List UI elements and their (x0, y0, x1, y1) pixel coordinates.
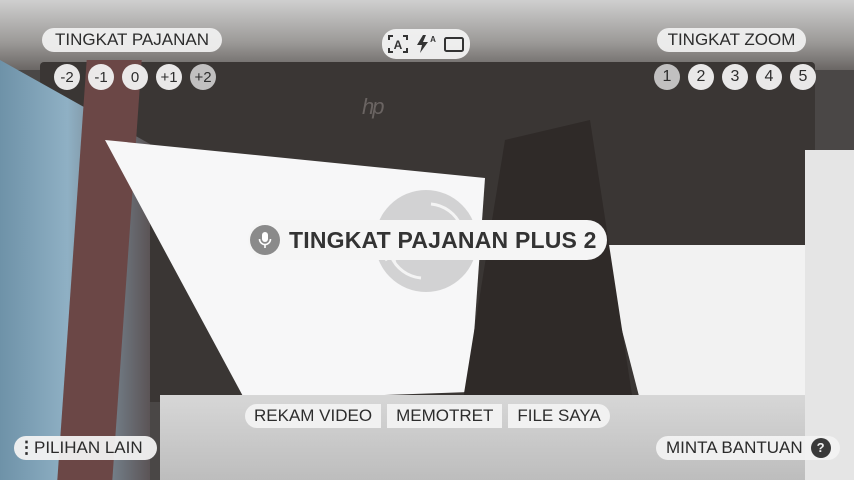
take-photo-button[interactable]: MEMOTRET (387, 404, 503, 428)
more-options-button[interactable]: ⋮ PILIHAN LAIN (14, 436, 157, 460)
exposure-label: TINGKAT PAJANAN (42, 28, 222, 52)
zoom-label: TINGKAT ZOOM (657, 28, 806, 52)
zoom-level-2[interactable]: 2 (688, 64, 714, 90)
exposure-level-minus-1[interactable]: -1 (88, 64, 114, 90)
zoom-level-4[interactable]: 4 (756, 64, 782, 90)
zoom-level-1[interactable]: 1 (654, 64, 680, 90)
toast-text: TINGKAT PAJANAN PLUS 2 (289, 226, 597, 253)
exposure-level-plus-2[interactable]: +2 (190, 64, 216, 90)
aspect-ratio-icon[interactable] (442, 34, 466, 54)
help-label: MINTA BANTUAN (666, 438, 803, 457)
more-vert-icon: ⋮ (18, 438, 35, 457)
zoom-level-5[interactable]: 5 (790, 64, 816, 90)
voice-feedback-toast: TINGKAT PAJANAN PLUS 2 (248, 220, 607, 260)
exposure-level-plus-1[interactable]: +1 (156, 64, 182, 90)
brand-logo: hp (362, 94, 384, 119)
zoom-level-3[interactable]: 3 (722, 64, 748, 90)
exposure-levels: -2 -1 0 +1 +2 (54, 64, 216, 90)
right-wall (805, 150, 854, 480)
more-options-label: PILIHAN LAIN (34, 438, 143, 457)
mic-icon (250, 225, 280, 255)
my-files-button[interactable]: FILE SAYA (508, 404, 610, 428)
flash-auto-icon[interactable]: A (414, 34, 438, 54)
camera-mode-toolbar: A A (382, 29, 470, 59)
auto-focus-icon[interactable]: A (386, 34, 410, 54)
help-icon: ? (810, 438, 831, 458)
svg-text:A: A (430, 35, 436, 44)
capture-mode-selector: REKAM VIDEO MEMOTRET FILE SAYA (245, 404, 610, 428)
svg-text:A: A (394, 38, 403, 52)
zoom-levels: 1 2 3 4 5 (654, 64, 816, 90)
record-video-button[interactable]: REKAM VIDEO (245, 404, 382, 428)
help-button[interactable]: MINTA BANTUAN ? (656, 436, 840, 460)
exposure-level-0[interactable]: 0 (122, 64, 148, 90)
exposure-level-minus-2[interactable]: -2 (54, 64, 80, 90)
